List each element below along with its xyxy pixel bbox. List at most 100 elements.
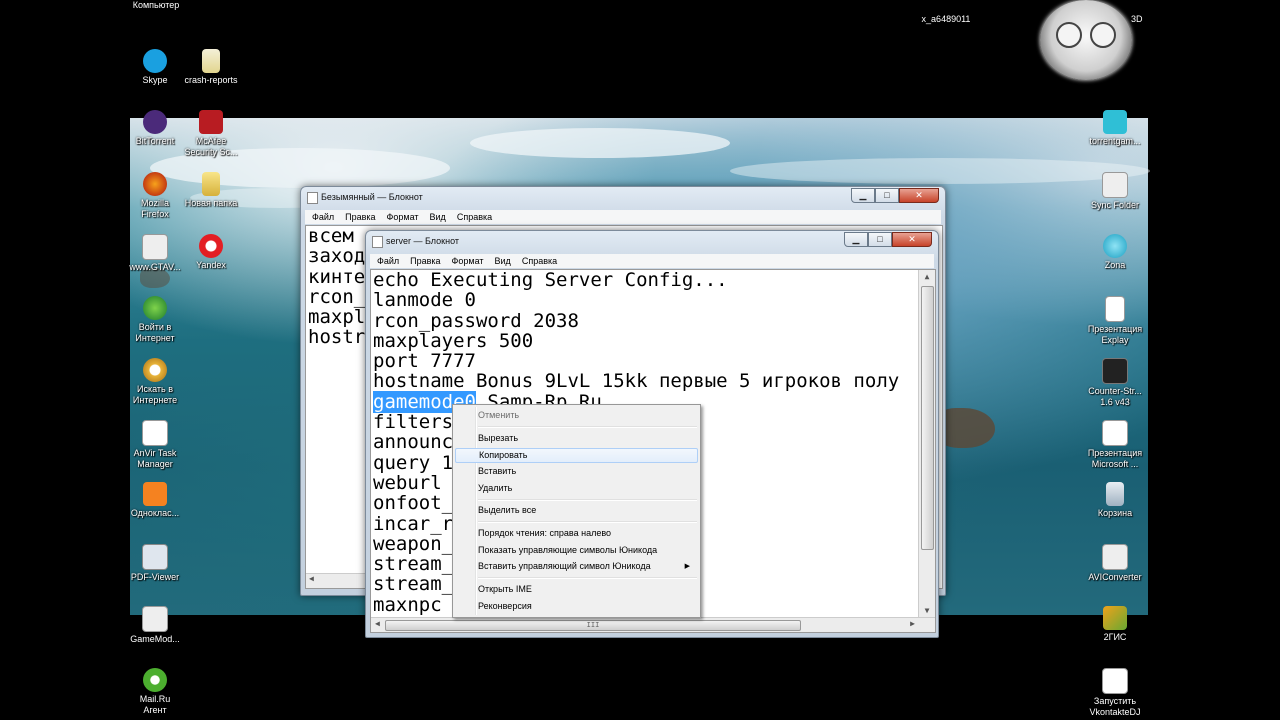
desktop-icon-label: GameMod... [130,634,180,644]
close-button[interactable]: ✕ [899,188,939,203]
zona-file-icon [1103,110,1127,134]
menu-edit[interactable]: Правка [340,210,381,224]
desktop-icon-label: Mail.Ru Агент [139,694,171,715]
context-menu: Отменить Вырезать Копировать Вставить Уд… [452,404,701,618]
vertical-scroll-thumb[interactable] [921,286,934,550]
shortcut-icon [142,234,168,260]
menu-help[interactable]: Справка [452,210,498,224]
desktop-icon-zona[interactable]: Zona [1080,234,1150,271]
context-menu-select-all[interactable]: Выделить все [455,503,698,518]
desktop-icon-label: Counter-Str... 1.6 v43 [1088,386,1142,407]
pdf-icon [142,544,168,570]
context-menu-rtl-order[interactable]: Порядок чтения: справа налево [455,526,698,541]
desktop-icon-search-internet[interactable]: Искать в Интернете [120,358,190,406]
scroll-left-arrow-icon[interactable]: ◀ [309,574,314,583]
context-menu-show-unicode-control[interactable]: Показать управляющие символы Юникода [455,543,698,558]
horizontal-scrollbar[interactable]: ◀ [306,573,368,588]
desktop-icon-gamemod[interactable]: GameMod... [120,606,190,645]
desktop-icon-pdf-viewer[interactable]: PDF-Viewer [120,544,190,583]
desktop-icon-presentation-explay[interactable]: Презентация Explay [1080,296,1150,346]
context-menu-copy[interactable]: Копировать [455,448,698,463]
desktop-icon-presentation-microsoft[interactable]: Презентация Microsoft ... [1080,420,1150,470]
horizontal-scrollbar[interactable]: ◀ III ▶ [371,617,935,632]
horizontal-scroll-thumb[interactable]: III [385,620,801,631]
context-menu-delete[interactable]: Удалить [455,481,698,496]
scroll-left-arrow-icon[interactable]: ◀ [375,619,380,628]
menu-view[interactable]: Вид [490,254,517,268]
menu-format[interactable]: Формат [382,210,425,224]
2gis-icon [1103,606,1127,630]
desktop-icon-torrentgame[interactable]: torrentgam... [1080,110,1150,147]
menu-edit[interactable]: Правка [405,254,446,268]
zona-icon [1103,234,1127,258]
desktop-icon-computer[interactable]: Компьютер [121,0,191,11]
context-menu-undo[interactable]: Отменить [455,408,698,423]
menu-view[interactable]: Вид [425,210,452,224]
text-line: rcon_password 2038 [373,309,579,332]
desktop-icon-mcafee[interactable]: McAfee Security Sc... [176,110,246,158]
desktop-icon-label: torrentgam... [1089,136,1141,146]
desktop-icon-crash-reports[interactable]: crash-reports [176,49,246,86]
context-menu-open-ime[interactable]: Открыть IME [455,582,698,597]
desktop-icon-2gis[interactable]: 2ГИС [1080,606,1150,643]
scroll-up-arrow-icon[interactable]: ▲ [919,270,935,284]
search-internet-icon [143,358,167,382]
vertical-scrollbar[interactable]: ▲ ▼ [918,270,935,618]
desktop-icon-user[interactable]: x_a6489011 [910,14,982,25]
menu-separator [478,499,697,501]
desktop-icon-label: Компьютер [132,0,180,10]
maximize-button[interactable]: □ [875,188,899,203]
context-menu-cut[interactable]: Вырезать [455,431,698,446]
title-bar[interactable]: Безымянный — Блокнот ▁ □ ✕ [301,187,945,207]
window-title: Безымянный — Блокнот [321,192,423,202]
counter-strike-icon [1102,358,1128,384]
text-line: echo Executing Server Config... [373,270,728,291]
context-menu-paste[interactable]: Вставить [455,464,698,479]
desktop-icon-label: Корзина [1097,508,1133,518]
menu-file[interactable]: Файл [307,210,340,224]
desktop-icon-mailru-agent[interactable]: Mail.Ru Агент [120,668,190,716]
maximize-button[interactable]: □ [868,232,892,247]
context-menu-reconversion[interactable]: Реконверсия [455,599,698,614]
minimize-button[interactable]: ▁ [844,232,868,247]
folder-icon [202,172,220,196]
desktop-icon-label: Новая папка [184,198,238,208]
desktop-icon-recycle-bin[interactable]: Корзина [1080,482,1150,519]
clock-gadget-icon[interactable] [1040,0,1132,80]
aviconverter-icon [1102,544,1128,570]
minimize-button[interactable]: ▁ [851,188,875,203]
scroll-right-arrow-icon[interactable]: ▶ [910,619,915,628]
desktop-icon-sync-folder[interactable]: Sync Folder [1080,172,1150,211]
menu-file[interactable]: Файл [372,254,405,268]
desktop-icon-odnoklassniki[interactable]: Одноклас... [120,482,190,519]
desktop-icon-label: Одноклас... [130,508,180,518]
desktop-icon-internet-login[interactable]: Войти в Интернет [120,296,190,344]
close-button[interactable]: ✕ [892,232,932,247]
desktop-icon-aviconverter[interactable]: AVIConverter [1080,544,1150,583]
desktop-icon-label: Презентация Explay [1087,324,1143,345]
desktop-icon-label: AnVir Task Manager [133,448,177,469]
text-line: hostname Bonus 9LvL 15kk первые 5 игроко… [373,370,900,393]
firefox-icon [143,172,167,196]
recycle-bin-icon [1106,482,1124,506]
desktop-icon-label: AVIConverter [1088,572,1142,582]
scroll-down-arrow-icon[interactable]: ▼ [919,604,935,618]
desktop-icon-label: Sync Folder [1090,200,1140,210]
desktop-icon-label: PDF-Viewer [130,572,180,582]
context-menu-insert-unicode-control[interactable]: Вставить управляющий символ Юникода ▶ [455,559,698,574]
desktop-icon-vkontaktedj[interactable]: Запустить VkontakteDJ [1080,668,1150,718]
folder-icon [202,49,220,73]
desktop-icon-label: Презентация Microsoft ... [1087,448,1143,469]
notepad-icon [307,192,318,204]
desktop-icon-label: McAfee Security Sc... [184,136,238,157]
desktop-icon-counter-strike[interactable]: Counter-Str... 1.6 v43 [1080,358,1150,408]
menu-help[interactable]: Справка [517,254,563,268]
desktop-icon-label: Yandex [196,260,226,270]
title-bar[interactable]: server — Блокнот ▁ □ ✕ [366,231,938,251]
desktop-icon-yandex[interactable]: Yandex [176,234,246,271]
text-line: port 7777 [373,350,476,373]
desktop-icon-anvir[interactable]: AnVir Task Manager [120,420,190,470]
menu-format[interactable]: Формат [447,254,490,268]
desktop-icon-new-folder[interactable]: Новая папка [176,172,246,209]
text-line: maxplayers 500 [373,329,534,352]
